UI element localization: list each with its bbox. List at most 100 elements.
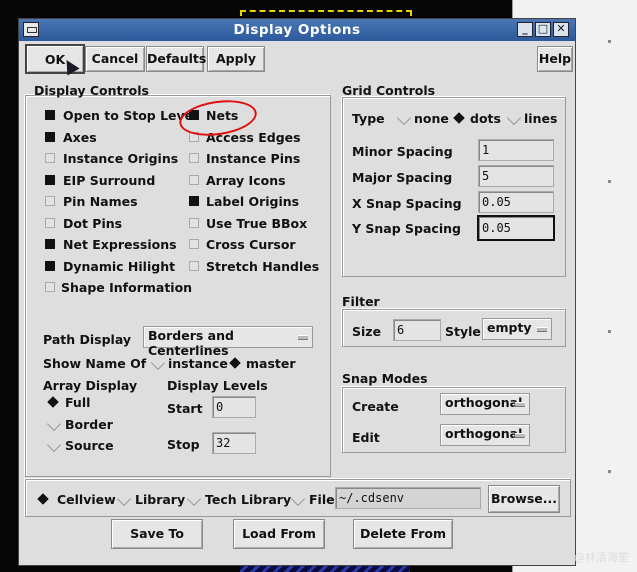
cancel-label: Cancel	[91, 51, 139, 66]
path-display-dropdown[interactable]: Borders and Centerlines	[143, 326, 313, 358]
cancel-button[interactable]: Cancel	[85, 46, 145, 72]
file-path-input[interactable]	[335, 487, 481, 509]
delete-from-button[interactable]: Delete From	[353, 519, 453, 549]
background-grid-dot	[608, 470, 611, 473]
checkbox-label: Pin Names	[63, 194, 138, 209]
save-to-button[interactable]: Save To	[111, 519, 203, 549]
major-spacing-label: Major Spacing	[352, 170, 453, 185]
checkbox[interactable]	[45, 282, 55, 292]
defaults-button[interactable]: Defaults	[146, 46, 207, 72]
load-from-button[interactable]: Load From	[233, 519, 325, 549]
radio-label: dots	[470, 111, 501, 126]
display-controls-title: Display Controls	[34, 83, 149, 98]
delete-from-label: Delete From	[360, 526, 446, 541]
radio-label: Source	[65, 438, 114, 453]
radio-label: File	[309, 492, 335, 507]
y-snap-spacing-label: Y Snap Spacing	[352, 221, 461, 236]
minor-spacing-input[interactable]	[478, 139, 554, 161]
radio-label: master	[246, 356, 296, 371]
apply-label: Apply	[215, 51, 256, 66]
watermark-text: CSDN @林清海笙	[539, 551, 629, 564]
checkbox[interactable]	[45, 175, 55, 185]
radio-label: Cellview	[57, 492, 116, 507]
show-name-of-label: Show Name Of	[43, 356, 147, 371]
stop-level-input[interactable]	[212, 432, 256, 454]
filter-size-input[interactable]	[393, 319, 441, 341]
checkbox-label: Label Origins	[206, 194, 300, 209]
radio-label: instance	[168, 356, 228, 371]
save-to-label: Save To	[130, 526, 184, 541]
checkbox-label: Instance Pins	[206, 151, 301, 166]
background-grid-dot	[608, 180, 611, 183]
filter-style-value: empty	[487, 320, 532, 335]
snap-modes-title: Snap Modes	[342, 371, 428, 386]
stop-label: Stop	[167, 437, 200, 452]
apply-button[interactable]: Apply	[207, 46, 265, 72]
x-snap-spacing-label: X Snap Spacing	[352, 196, 462, 211]
radio-label: Library	[135, 492, 186, 507]
start-label: Start	[167, 401, 203, 416]
major-spacing-input[interactable]	[478, 165, 554, 187]
filter-title: Filter	[342, 294, 380, 309]
checkbox[interactable]	[45, 239, 55, 249]
maximize-icon[interactable]: □	[535, 22, 551, 37]
filter-size-label: Size	[352, 324, 382, 339]
dropdown-arrow-icon	[515, 402, 525, 407]
minimize-icon[interactable]: _	[517, 22, 533, 37]
snap-create-value: orthogonal	[445, 395, 523, 410]
snap-edit-dropdown[interactable]: orthogonal	[440, 424, 530, 446]
dropdown-arrow-icon	[515, 433, 525, 438]
help-button[interactable]: Help	[537, 46, 573, 72]
checkbox-label: Array Icons	[206, 173, 286, 188]
snap-create-dropdown[interactable]: orthogonal	[440, 393, 530, 415]
checkbox-label: Dot Pins	[63, 216, 123, 231]
checkbox-label: Net Expressions	[63, 237, 177, 252]
filter-style-dropdown[interactable]: empty	[482, 318, 552, 340]
display-options-dialog: Display Options _ □ ✕ OK Cancel Defaults…	[18, 18, 576, 566]
checkbox[interactable]	[45, 261, 55, 271]
checkbox[interactable]	[189, 218, 199, 228]
close-icon[interactable]: ✕	[553, 22, 569, 37]
checkbox-label: Axes	[63, 130, 97, 145]
checkbox-label: Shape Information	[61, 280, 193, 295]
start-level-input[interactable]	[212, 396, 256, 418]
dropdown-arrow-icon	[537, 327, 547, 332]
checkbox[interactable]	[45, 153, 55, 163]
checkbox[interactable]	[189, 239, 199, 249]
checkbox[interactable]	[189, 261, 199, 271]
background-grid-dot	[608, 330, 611, 333]
defaults-label: Defaults	[147, 51, 207, 66]
path-display-label: Path Display	[43, 332, 132, 347]
grid-type-label: Type	[352, 111, 385, 126]
array-display-label: Array Display	[43, 378, 138, 393]
checkbox-label: Dynamic Hilight	[63, 259, 176, 274]
checkbox[interactable]	[45, 218, 55, 228]
window-title: Display Options	[233, 22, 361, 38]
browse-button[interactable]: Browse...	[488, 485, 560, 513]
load-from-label: Load From	[242, 526, 316, 541]
path-display-value: Borders and Centerlines	[148, 328, 234, 358]
checkbox-label: Use True BBox	[206, 216, 308, 231]
x-snap-spacing-input[interactable]	[478, 191, 554, 213]
checkbox[interactable]	[189, 196, 199, 206]
checkbox[interactable]	[189, 175, 199, 185]
radio-label: Tech Library	[205, 492, 292, 507]
checkbox[interactable]	[45, 110, 55, 120]
snap-create-label: Create	[352, 399, 399, 414]
radio-label: lines	[524, 111, 558, 126]
checkbox-label: Stretch Handles	[206, 259, 320, 274]
checkbox[interactable]	[189, 153, 199, 163]
snap-edit-label: Edit	[352, 430, 380, 445]
radio-label: none	[414, 111, 449, 126]
title-bar: Display Options _ □ ✕	[19, 19, 575, 41]
checkbox-label: EIP Surround	[63, 173, 156, 188]
checkbox-label: Instance Origins	[63, 151, 179, 166]
snap-edit-value: orthogonal	[445, 426, 523, 441]
radio-label: Border	[65, 417, 113, 432]
checkbox[interactable]	[45, 196, 55, 206]
background-grid-dot	[608, 40, 611, 43]
checkbox[interactable]	[45, 132, 55, 142]
y-snap-spacing-input[interactable]	[477, 215, 555, 241]
dropdown-arrow-icon	[298, 335, 308, 340]
radio-label: Full	[65, 395, 91, 410]
